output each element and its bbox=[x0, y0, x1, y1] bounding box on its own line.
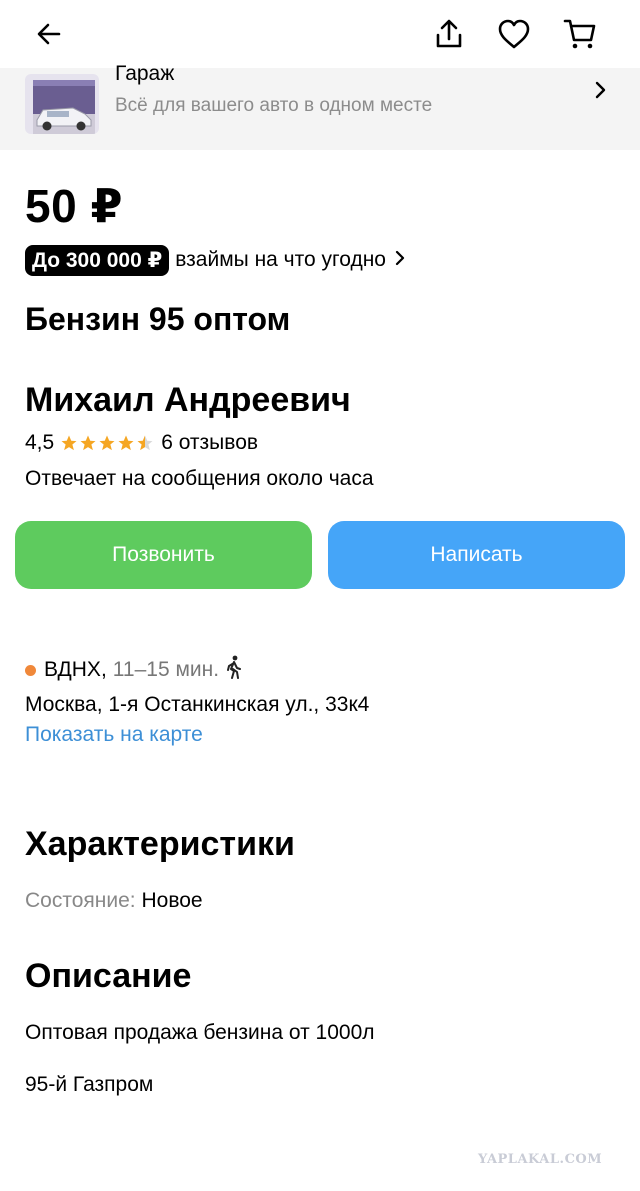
metro-line-dot bbox=[25, 664, 36, 676]
description-line: Оптовая продажа бензина от 1000л bbox=[25, 1021, 375, 1044]
share-icon[interactable] bbox=[427, 12, 471, 56]
garage-car-image bbox=[25, 74, 99, 134]
spec-condition: Состояние: Новое bbox=[25, 886, 203, 916]
description-heading: Описание bbox=[25, 957, 192, 995]
promo-title: Гараж bbox=[115, 62, 175, 85]
chevron-right-icon bbox=[394, 249, 406, 272]
metro-name: ВДНХ, bbox=[44, 658, 107, 681]
rating-stars bbox=[60, 434, 155, 452]
chevron-right-icon bbox=[594, 80, 608, 105]
garage-promo-banner[interactable]: Гараж Всё для вашего авто в одном месте bbox=[0, 62, 640, 150]
metro-walk-time: 11–15 мин. bbox=[112, 658, 220, 681]
seller-rating[interactable]: 4,5 6 отзывов bbox=[25, 428, 258, 458]
description-line: 95-й Газпром bbox=[25, 1073, 154, 1096]
back-arrow-icon[interactable] bbox=[27, 12, 71, 56]
star-icon bbox=[99, 435, 115, 451]
spec-value: Новое bbox=[141, 889, 203, 912]
heart-icon[interactable] bbox=[492, 12, 536, 56]
address: Москва, 1-я Останкинская ул., 33к4 bbox=[25, 693, 370, 716]
loan-text: взаймы на что угодно bbox=[175, 248, 386, 271]
response-time: Отвечает на сообщения около часа bbox=[25, 467, 374, 490]
walking-person-icon bbox=[225, 655, 243, 685]
half-star-icon bbox=[137, 435, 153, 451]
listing-title: Бензин 95 оптом bbox=[25, 301, 291, 337]
spec-key: Состояние: bbox=[25, 889, 136, 912]
watermark: YAPLAKAL.COM bbox=[478, 1152, 603, 1167]
top-toolbar bbox=[0, 0, 640, 68]
cart-icon[interactable] bbox=[558, 12, 602, 56]
rating-value: 4,5 bbox=[25, 431, 55, 454]
loan-badge: До 300 000 ₽ bbox=[25, 244, 170, 276]
star-icon bbox=[80, 435, 96, 451]
call-button[interactable]: Позвонить bbox=[15, 521, 312, 589]
loan-offer[interactable]: До 300 000 ₽ взаймы на что угодно bbox=[25, 244, 406, 276]
metro-station: ВДНХ, 11–15 мин. bbox=[25, 654, 243, 686]
star-icon bbox=[118, 435, 134, 451]
write-button[interactable]: Написать bbox=[328, 521, 625, 589]
show-on-map-link[interactable]: Показать на карте bbox=[25, 720, 203, 750]
price: 50 ₽ bbox=[25, 180, 123, 232]
promo-subtitle: Всё для вашего авто в одном месте bbox=[115, 95, 433, 116]
star-icon bbox=[61, 435, 77, 451]
specs-heading: Характеристики bbox=[25, 825, 295, 863]
reviews-count: 6 отзывов bbox=[161, 431, 259, 454]
seller-name[interactable]: Михаил Андреевич bbox=[25, 378, 351, 422]
